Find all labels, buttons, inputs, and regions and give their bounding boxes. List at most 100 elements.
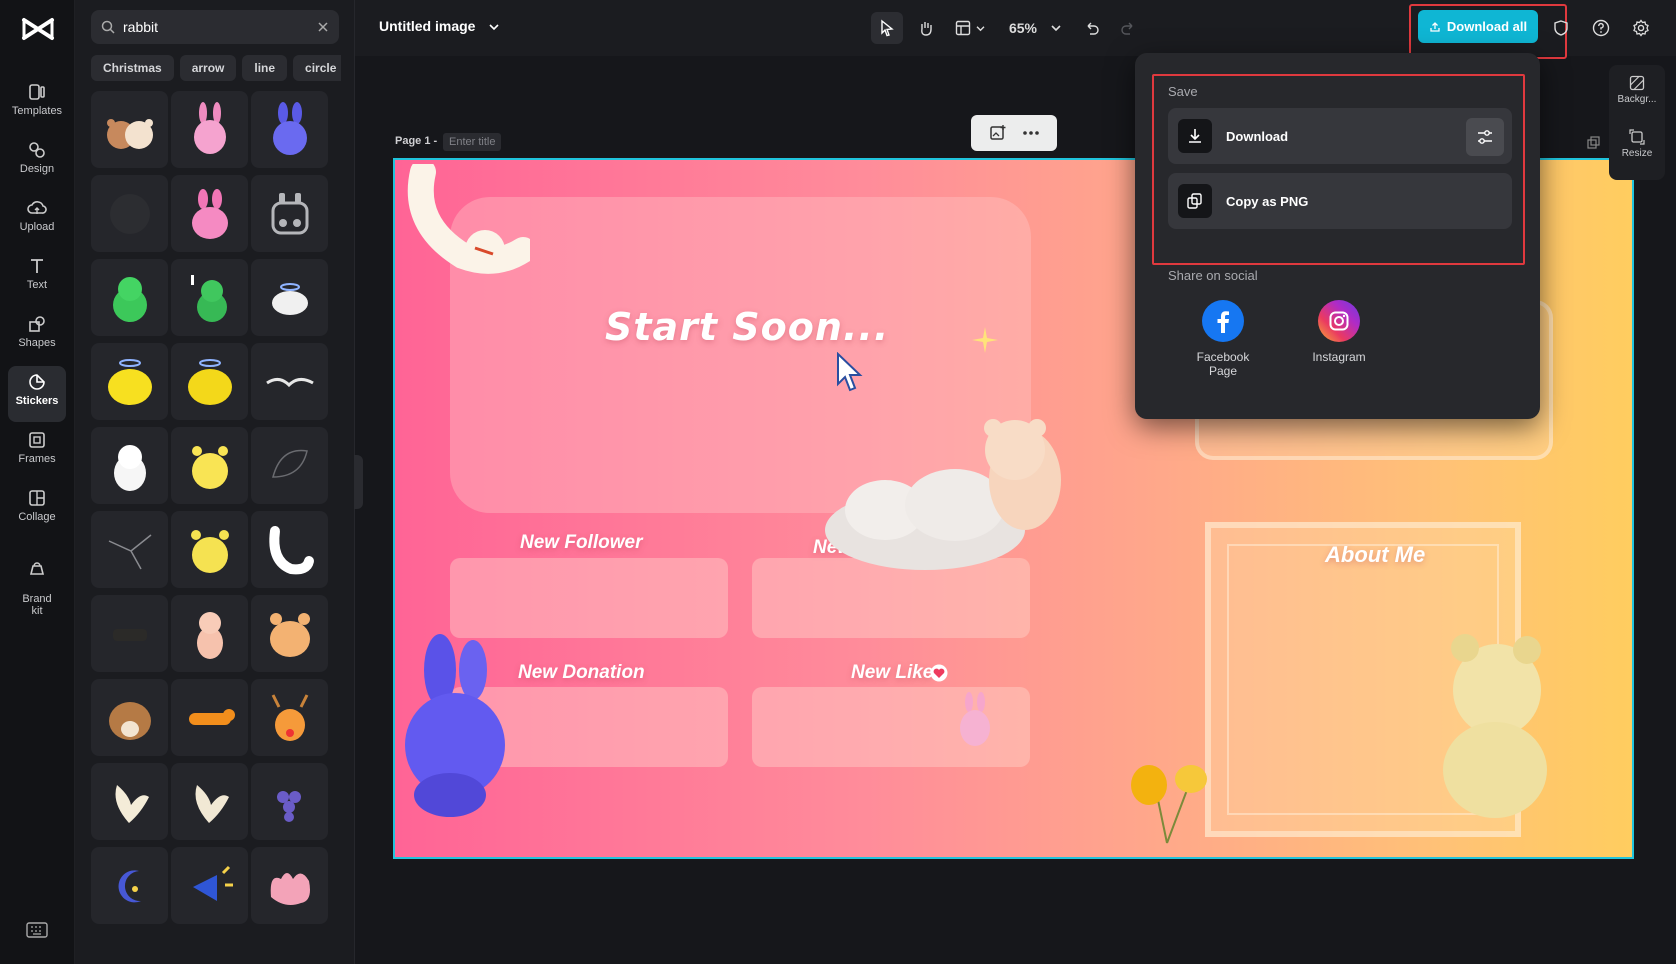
zoom-select[interactable]: 65%	[1000, 12, 1070, 44]
sticker-leaf-outline[interactable]	[251, 427, 328, 504]
copy-png-option[interactable]: Copy as PNG	[1168, 173, 1512, 229]
document-title-text: Untitled image	[379, 18, 475, 34]
search-value: rabbit	[123, 19, 317, 35]
settings-button[interactable]	[1627, 12, 1655, 44]
chevron-down-icon	[489, 23, 499, 31]
chip-circle[interactable]: circle	[293, 55, 341, 81]
rail-shapes[interactable]: Shapes	[8, 308, 66, 364]
search-input[interactable]: rabbit	[91, 10, 339, 44]
sticker-megaphone[interactable]	[171, 847, 248, 924]
app-root: Templates Design Upload Text Shapes Stic…	[0, 0, 1676, 964]
pink-rabbit-canvas-sticker[interactable]	[955, 690, 995, 750]
yellow-flowers-canvas-sticker[interactable]	[1127, 735, 1217, 845]
redo-button[interactable]	[1114, 12, 1142, 44]
undo-button[interactable]	[1078, 12, 1106, 44]
resize-tool[interactable]: Resize	[1609, 129, 1665, 159]
rail-label: Shapes	[18, 337, 55, 349]
sticker-dark-blank[interactable]	[91, 595, 168, 672]
download-all-button[interactable]: Download all	[1418, 10, 1538, 43]
blue-rabbit-canvas-sticker[interactable]	[395, 630, 515, 820]
sticker-yellow-bear-wave[interactable]	[171, 511, 248, 588]
new-like-label[interactable]: New Like	[851, 662, 933, 684]
rail-design[interactable]: Design	[8, 134, 66, 190]
sticker-brown-bears[interactable]	[91, 91, 168, 168]
page-title-input[interactable]: Enter title	[443, 133, 501, 151]
layout-tool-button[interactable]	[950, 12, 990, 44]
new-follower-box[interactable]	[450, 558, 728, 638]
sticker-green-bear-exclaim[interactable]	[171, 259, 248, 336]
sticker-white-bear[interactable]	[91, 427, 168, 504]
gold-bear-canvas-sticker[interactable]	[1435, 620, 1555, 820]
new-follower-label[interactable]: New Follower	[520, 532, 642, 554]
copy-icon-wrap	[1178, 184, 1212, 218]
export-icon	[1429, 21, 1441, 33]
sticker-dove-outline[interactable]	[91, 511, 168, 588]
duplicate-page-icon[interactable]	[1587, 136, 1601, 150]
capcut-logo-icon[interactable]	[20, 14, 56, 44]
document-title[interactable]: Untitled image	[379, 18, 499, 34]
sticker-brown-bear[interactable]	[91, 679, 168, 756]
background-tool-label: Backgr...	[1609, 94, 1665, 105]
sticker-pink-blob[interactable]	[251, 847, 328, 924]
more-options-icon[interactable]	[1022, 130, 1040, 136]
new-donation-label[interactable]: New Donation	[518, 662, 645, 684]
sticker-pink-rabbit[interactable]	[171, 91, 248, 168]
cloud-bear-canvas-sticker[interactable]	[815, 410, 1085, 590]
sticker-cream-leaf[interactable]	[91, 763, 168, 840]
sticker-blue-rabbit[interactable]	[251, 91, 328, 168]
search-icon	[101, 20, 115, 34]
sticker-reindeer[interactable]	[251, 679, 328, 756]
brown-bears-sticker-icon	[101, 101, 159, 159]
rail-stickers[interactable]: Stickers	[8, 366, 66, 422]
rail-frames[interactable]: Frames	[8, 424, 66, 480]
rail-text[interactable]: Text	[8, 250, 66, 306]
rail-templates[interactable]: Templates	[8, 76, 66, 132]
select-tool-button[interactable]	[871, 12, 903, 44]
headline-text[interactable]: Start Soon...	[605, 305, 889, 349]
keyboard-icon[interactable]	[26, 922, 48, 938]
sticker-dachshund[interactable]	[171, 679, 248, 756]
hand-tool-button[interactable]	[910, 12, 942, 44]
sticker-pink-bear[interactable]	[171, 595, 248, 672]
replace-image-icon[interactable]	[989, 124, 1007, 142]
clear-search-icon[interactable]	[317, 21, 329, 33]
share-facebook[interactable]: Facebook Page	[1183, 300, 1263, 378]
sticker-seagull[interactable]	[251, 343, 328, 420]
sticker-pink-bunny[interactable]	[171, 175, 248, 252]
grapes-sticker-icon	[261, 773, 319, 831]
sticker-cream-leaf-2[interactable]	[171, 763, 248, 840]
rail-upload[interactable]: Upload	[8, 192, 66, 248]
download-icon	[1186, 127, 1204, 145]
pink-blob-sticker-icon	[261, 857, 319, 915]
facebook-label: Facebook Page	[1183, 350, 1263, 378]
sticker-white-cat[interactable]	[251, 511, 328, 588]
share-instagram[interactable]: Instagram	[1299, 300, 1379, 364]
sticker-dark[interactable]	[91, 175, 168, 252]
help-button[interactable]	[1587, 12, 1615, 44]
sticker-yellow-bear[interactable]	[171, 427, 248, 504]
sticker-grapes[interactable]	[251, 763, 328, 840]
collapse-panel-handle[interactable]	[354, 455, 363, 509]
download-option[interactable]: Download	[1168, 108, 1512, 164]
chip-arrow[interactable]: arrow	[180, 55, 237, 81]
rail-collage[interactable]: Collage	[8, 482, 66, 538]
shield-button[interactable]	[1547, 12, 1575, 44]
chip-christmas[interactable]: Christmas	[91, 55, 174, 81]
white-bird-sticker-icon	[261, 269, 319, 327]
sticker-white-bird[interactable]	[251, 259, 328, 336]
download-settings-button[interactable]	[1466, 118, 1504, 156]
about-me-title[interactable]: About Me	[1325, 542, 1425, 568]
sticker-yellow-angel-bear[interactable]	[91, 343, 168, 420]
background-tool[interactable]: Backgr...	[1609, 75, 1665, 105]
chip-line[interactable]: line	[242, 55, 287, 81]
mouse-cursor-icon	[836, 352, 864, 394]
sticker-yellow-angel-bear-2[interactable]	[171, 343, 248, 420]
white-cat-canvas-sticker[interactable]	[405, 164, 530, 274]
sticker-green-bear[interactable]	[91, 259, 168, 336]
sticker-orange-bear[interactable]	[251, 595, 328, 672]
sparkle-icon	[970, 325, 1000, 355]
rail-brand-kit[interactable]: Brand kit	[8, 540, 66, 610]
seagull-sticker-icon	[261, 353, 319, 411]
sticker-robot[interactable]	[251, 175, 328, 252]
sticker-moon[interactable]	[91, 847, 168, 924]
